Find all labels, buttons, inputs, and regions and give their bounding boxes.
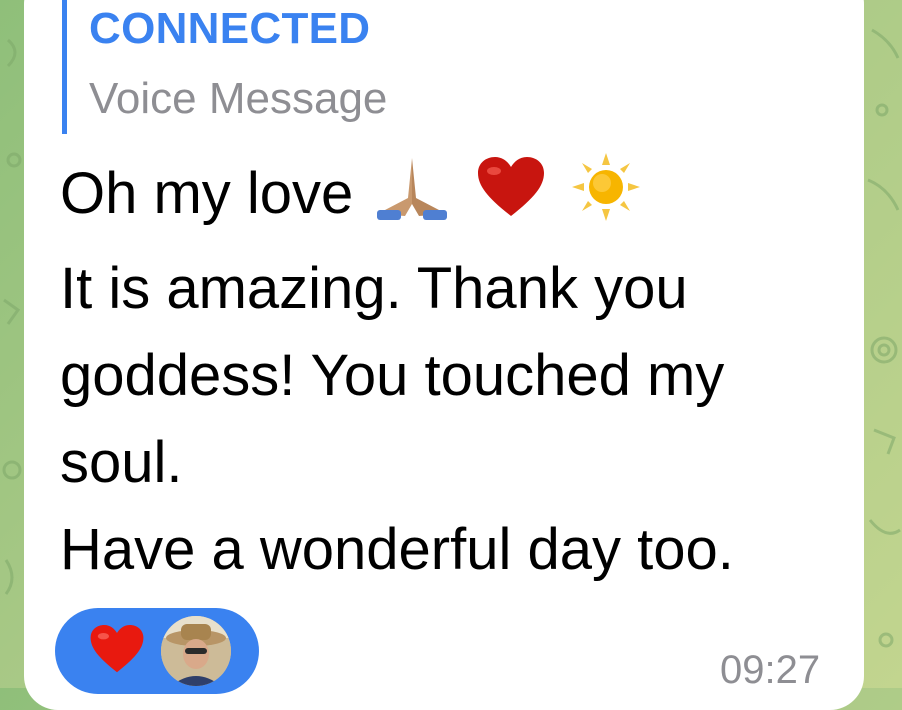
- message-line: Oh my love: [60, 150, 850, 245]
- red-heart-icon: [89, 624, 145, 679]
- message-line: Have a wonderful day too.: [60, 516, 734, 582]
- reply-message-type: Voice Message: [89, 74, 388, 123]
- message-timestamp: 09:27: [720, 648, 821, 692]
- reaction-pill[interactable]: [55, 608, 259, 694]
- sun-icon: [571, 152, 640, 245]
- message-line: goddess! You touched my: [60, 342, 725, 408]
- reply-sender-name: CONNECTED: [89, 4, 371, 53]
- message-text: Oh my love It is amazing. Thank you godd…: [60, 150, 850, 593]
- avatar[interactable]: [161, 616, 231, 686]
- message-line: It is amazing. Thank you: [60, 255, 688, 321]
- emoji-group: [375, 151, 649, 245]
- message-line-text: Oh my love: [60, 161, 354, 226]
- red-heart-icon: [476, 155, 546, 242]
- folded-hands-icon: [375, 154, 449, 244]
- message-line: soul.: [60, 429, 183, 495]
- reply-preview[interactable]: CONNECTED Voice Message: [62, 0, 487, 134]
